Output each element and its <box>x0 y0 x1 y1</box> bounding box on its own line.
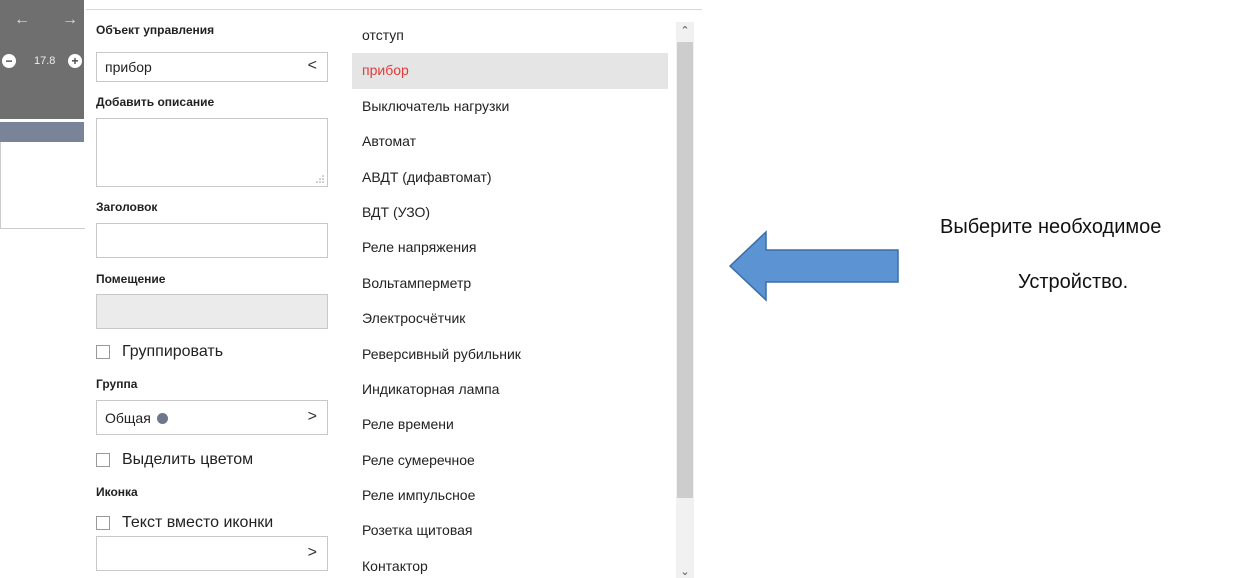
device-list-item[interactable]: Индикаторная лампа <box>352 372 668 407</box>
highlight-checkbox-label: Выделить цветом <box>122 451 254 468</box>
scrollbar-thumb[interactable] <box>677 42 693 498</box>
device-list-item[interactable]: Вольтамперметр <box>352 266 668 301</box>
chevron-right-icon: > <box>307 408 317 425</box>
object-select[interactable]: прибор < <box>96 52 328 82</box>
device-list-item[interactable]: Реле времени <box>352 407 668 442</box>
back-arrow-icon[interactable]: ← <box>14 12 30 28</box>
device-list-item[interactable]: ВДТ (УЗО) <box>352 195 668 230</box>
group-color-dot <box>156 413 168 424</box>
preview-toolbar: ← → − 17.8 + <box>0 0 84 119</box>
title-label: Заголовок <box>96 200 158 214</box>
icon-select[interactable]: > <box>96 536 328 571</box>
room-label: Помещение <box>96 272 166 286</box>
scroll-down-icon[interactable]: ⌄ <box>676 565 694 578</box>
text-instead-icon-label: Текст вместо иконки <box>122 514 274 531</box>
text-instead-icon-checkbox[interactable]: Текст вместо иконки <box>96 514 273 532</box>
device-list-item[interactable]: АВДТ (дифавтомат) <box>352 160 668 195</box>
group-select[interactable]: Общая > <box>96 400 328 435</box>
canvas-preview: ← → − 17.8 + <box>0 0 86 230</box>
object-value: прибор <box>105 59 152 75</box>
callout-line-2: Устройство. <box>1018 271 1129 293</box>
resize-handle-icon[interactable] <box>316 175 324 183</box>
chevron-left-icon: < <box>307 57 317 74</box>
scrollbar[interactable]: ⌃ ⌄ <box>676 22 694 578</box>
checkbox[interactable] <box>96 345 110 359</box>
scroll-up-icon[interactable]: ⌃ <box>676 24 694 37</box>
checkbox[interactable] <box>96 453 110 467</box>
device-list-item[interactable]: Розетка щитовая <box>352 513 668 548</box>
device-list-item[interactable]: Реле сумеречное <box>352 443 668 478</box>
group-checkbox[interactable]: Группировать <box>96 343 223 361</box>
description-label: Добавить описание <box>96 95 215 109</box>
object-label: Объект управления <box>96 23 215 37</box>
preview-selected-bar[interactable] <box>0 122 84 142</box>
device-list-item[interactable]: Автомат <box>352 124 668 159</box>
device-list-item[interactable]: Электросчётчик <box>352 301 668 336</box>
divider <box>86 9 702 10</box>
device-list-item[interactable]: Реле напряжения <box>352 230 668 265</box>
zoom-out-button[interactable]: − <box>2 54 16 68</box>
preview-panel <box>0 142 85 229</box>
callout-line-1: Выберите необходимое <box>940 216 1162 238</box>
zoom-value: 17.8 <box>34 55 56 67</box>
description-textarea[interactable] <box>96 118 328 187</box>
device-list-item[interactable]: прибор <box>352 53 668 89</box>
title-input[interactable] <box>96 223 328 258</box>
zoom-in-button[interactable]: + <box>68 54 82 68</box>
device-dropdown-list[interactable]: отступ прибор Выключатель нагрузки Автомат А… <box>352 18 668 578</box>
forward-arrow-icon[interactable]: → <box>62 12 78 28</box>
group-label: Группа <box>96 377 138 391</box>
icon-label: Иконка <box>96 485 138 499</box>
device-list-item[interactable]: отступ <box>352 18 668 53</box>
room-input <box>96 294 328 329</box>
checkbox[interactable] <box>96 516 110 530</box>
device-list-item[interactable]: Выключатель нагрузки <box>352 89 668 124</box>
group-checkbox-label: Группировать <box>122 343 224 360</box>
highlight-checkbox[interactable]: Выделить цветом <box>96 451 253 469</box>
device-list-item[interactable]: Реверсивный рубильник <box>352 337 668 372</box>
chevron-right-icon: > <box>307 544 317 561</box>
pointer-arrow-icon <box>728 230 899 302</box>
device-list-item[interactable]: Контактор <box>352 549 668 578</box>
group-value: Общая <box>105 410 151 426</box>
device-list-item[interactable]: Реле импульсное <box>352 478 668 513</box>
